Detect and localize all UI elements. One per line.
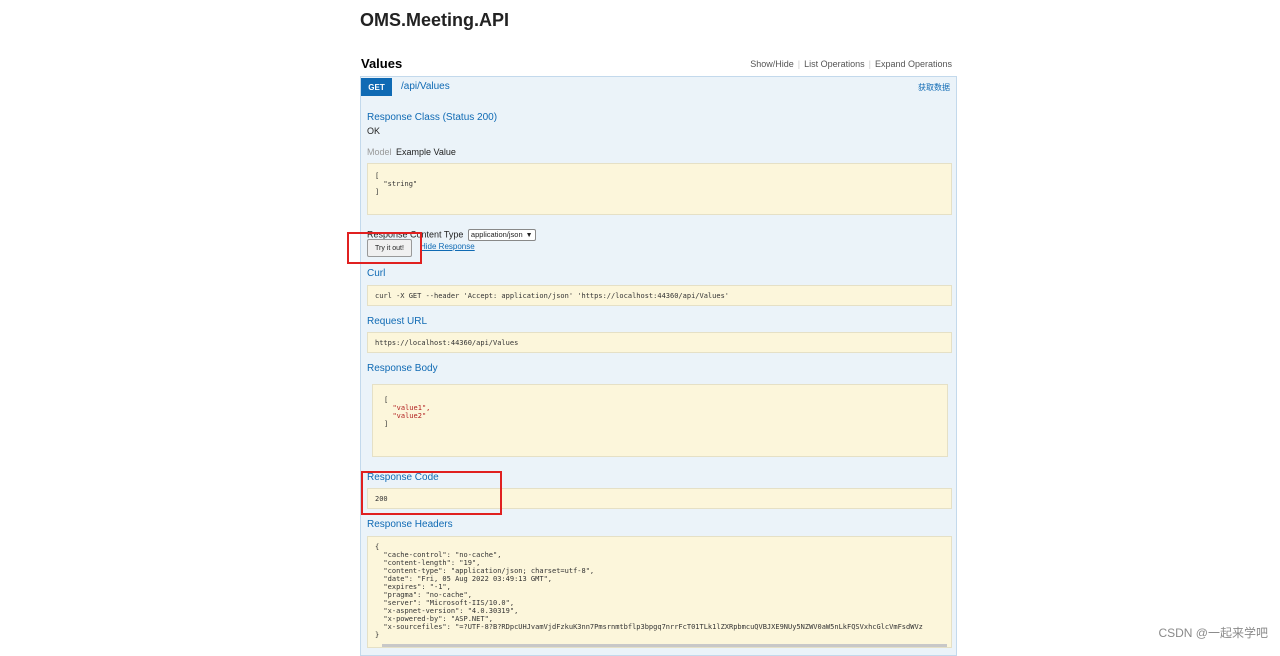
model-tab[interactable]: Model bbox=[367, 147, 392, 157]
separator: | bbox=[868, 59, 871, 69]
response-class-value: OK bbox=[367, 126, 381, 136]
response-body-code: [ "value1", "value2" ] bbox=[384, 396, 431, 428]
curl-heading: Curl bbox=[367, 268, 386, 279]
example-value-box: [ "string" ] bbox=[367, 163, 952, 215]
example-value-tab[interactable]: Example Value bbox=[396, 147, 456, 157]
operation-panel: GET /api/Values 获取数据 Response Class (Sta… bbox=[360, 76, 957, 656]
curl-box: curl -X GET --header 'Accept: applicatio… bbox=[367, 285, 952, 306]
operation-path[interactable]: /api/Values bbox=[401, 81, 450, 92]
request-url-value: https://localhost:44360/api/Values bbox=[375, 339, 519, 347]
response-body-box: [ "value1", "value2" ] bbox=[372, 384, 948, 457]
operation-summary[interactable]: 获取数据 bbox=[918, 82, 950, 93]
request-url-heading: Request URL bbox=[367, 316, 428, 327]
watermark: CSDN @一起来学吧 bbox=[1158, 626, 1268, 640]
list-operations-link[interactable]: List Operations bbox=[804, 59, 865, 69]
resource-ops: Show/Hide | List Operations | Expand Operati… bbox=[750, 59, 952, 69]
model-tabs: Model Example Value bbox=[367, 147, 456, 157]
response-headers-code: { "cache-control": "no-cache", "content-… bbox=[375, 543, 923, 639]
resource-name-link[interactable]: Values bbox=[361, 56, 402, 71]
http-method-badge[interactable]: GET bbox=[361, 78, 392, 96]
response-body-heading: Response Body bbox=[367, 363, 438, 374]
content-type-select[interactable]: application/json ▼ bbox=[467, 229, 536, 241]
chevron-down-icon: ▼ bbox=[525, 232, 533, 239]
request-url-box: https://localhost:44360/api/Values bbox=[367, 332, 952, 353]
curl-command: curl -X GET --header 'Accept: applicatio… bbox=[375, 292, 730, 300]
response-headers-heading: Response Headers bbox=[367, 519, 453, 530]
example-value-code: [ "string" ] bbox=[375, 172, 418, 196]
resource-header: Values Show/Hide | List Operations | Expand … bbox=[360, 56, 954, 74]
expand-operations-link[interactable]: Expand Operations bbox=[875, 59, 952, 69]
highlight-try-button bbox=[347, 232, 422, 264]
response-headers-box: { "cache-control": "no-cache", "content-… bbox=[367, 536, 952, 648]
response-class-heading: Response Class (Status 200) bbox=[367, 112, 498, 123]
separator: | bbox=[797, 59, 801, 69]
hide-response-link[interactable]: Hide Response bbox=[420, 242, 475, 251]
highlight-response-code bbox=[361, 471, 502, 515]
page-title: OMS.Meeting.API bbox=[360, 10, 510, 30]
show-hide-link[interactable]: Show/Hide bbox=[750, 59, 794, 69]
operation-header[interactable]: GET /api/Values 获取数据 bbox=[361, 77, 956, 97]
